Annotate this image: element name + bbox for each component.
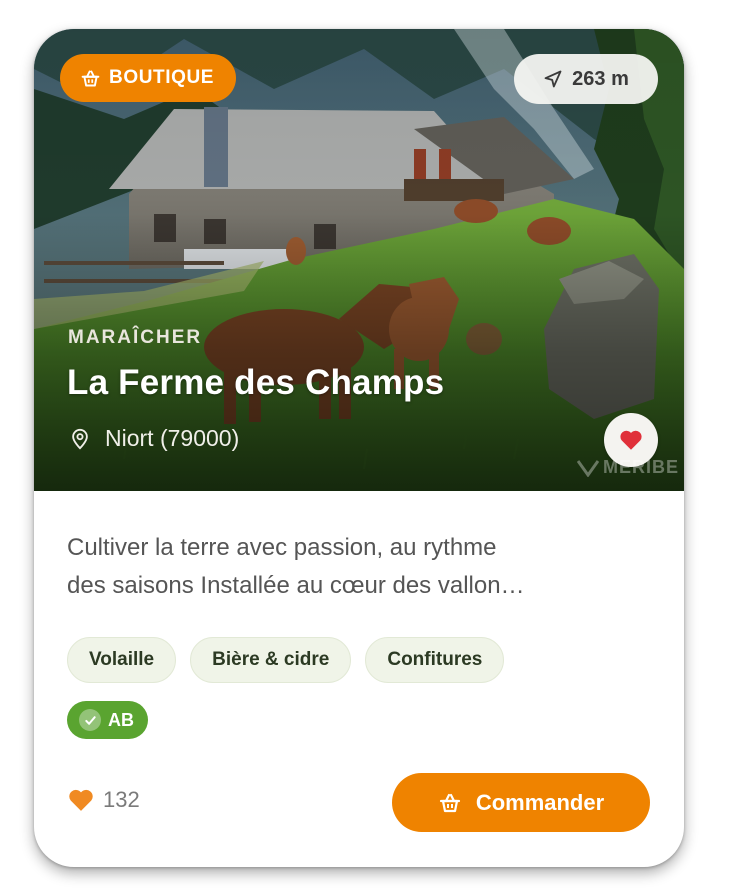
producer-card[interactable]: BOUTIQUE 263 m MARAÎCHER La Ferme des Ch… [34,29,684,867]
tag-confitures[interactable]: Confitures [365,637,505,683]
boutique-badge-label: BOUTIQUE [109,67,215,88]
description-fade [67,599,657,617]
shopping-basket-icon [439,793,460,812]
order-button-label: Commander [475,789,605,815]
watermark-text: MERIBE [603,457,680,477]
producer-location: Niort (79000) [69,425,239,452]
location-text: Niort (79000) [105,425,240,451]
card-hero-image[interactable]: BOUTIQUE 263 m MARAÎCHER La Ferme des Ch… [34,29,684,491]
tag-volaille[interactable]: Volaille [67,637,177,683]
shopping-basket-icon [81,70,100,86]
distance-pill: 263 m [514,54,658,104]
organic-label-text: AB [108,709,134,730]
likes-count: 132 [103,787,140,812]
navigation-arrow-icon [544,70,562,88]
producer-description: Cultiver la terre avec passion, au rythm… [67,529,657,617]
organic-label-badge: AB [67,701,148,739]
description-line-1: Cultiver la terre avec passion, au rythm… [67,534,497,561]
heart-icon [69,789,93,811]
boutique-badge: BOUTIQUE [60,54,237,102]
producer-category: MARAÎCHER [68,327,203,348]
order-button[interactable]: Commander [392,773,650,832]
producer-title[interactable]: La Ferme des Champs [67,363,444,403]
watermark-logo-icon [577,459,599,477]
location-pin-icon [72,428,88,449]
image-watermark: MERIBE [577,457,679,478]
check-icon [79,709,101,731]
likes-counter[interactable]: 132 [68,787,140,813]
heart-icon [620,430,642,450]
tag-biere-cidre[interactable]: Bière & cidre [190,637,352,683]
product-tags: Volaille Bière & cidre Confitures [67,637,505,683]
distance-value: 263 m [572,67,629,90]
